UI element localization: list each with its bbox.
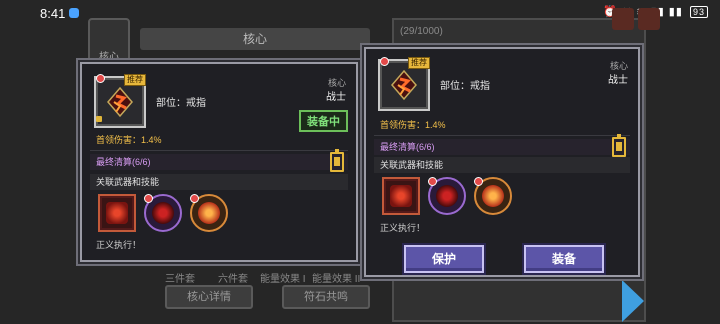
gem-icon (96, 74, 105, 83)
gem-icon (380, 57, 389, 66)
core-detail-button[interactable]: 核心详情 (165, 285, 253, 309)
slot-label: 部位：戒指 (440, 81, 490, 92)
new-item-tooltip: 推荐 部位：戒指 核心 战士 首领伤害：1.4% 最终清算(6/6) 关联武器和… (364, 47, 640, 277)
equipped-badge: 装备中 (299, 110, 348, 132)
skill-name: 正义执行！ (380, 223, 426, 233)
energy-battery-icon (330, 149, 344, 172)
demon-skill-icon[interactable] (428, 177, 466, 215)
demon-head-icon (436, 185, 458, 207)
close-corner-button[interactable] (638, 8, 660, 30)
set-6-label: 六件套 (218, 274, 248, 285)
core-tab-label: 核心 (99, 52, 119, 63)
claw-weapon-icon (106, 202, 128, 224)
energy-battery-icon (612, 134, 626, 157)
divider (374, 135, 630, 136)
divider (90, 150, 348, 151)
protect-button[interactable]: 保护 (404, 245, 484, 273)
claw-weapon-icon (390, 185, 412, 207)
slash-skill-icon[interactable] (190, 194, 228, 232)
energy-effect-2-label: 能量效果 II (312, 274, 361, 285)
status-time: 8:41 (40, 6, 66, 21)
gem-icon (428, 177, 437, 186)
claw-slash-icon (198, 202, 220, 224)
core-tab-button[interactable]: 核心 (88, 18, 130, 68)
demon-skill-icon[interactable] (144, 194, 182, 232)
related-header: 关联武器和技能 (90, 174, 348, 190)
gem-icon (474, 177, 483, 186)
slot-label: 部位：戒指 (156, 98, 206, 109)
next-page-arrow-icon[interactable] (622, 280, 644, 322)
inventory-counter: (29/1000) (400, 26, 443, 37)
rune-resonance-button[interactable]: 符石共鸣 (282, 285, 370, 309)
skill-name: 正义执行！ (96, 240, 142, 250)
class-label: 战士 (608, 75, 628, 86)
gem-icon (190, 194, 199, 203)
lock-icon (96, 116, 102, 122)
stat-boss-damage: 首领伤害：1.4% (96, 135, 162, 145)
related-header: 关联武器和技能 (374, 157, 630, 173)
weapon-skill-icon[interactable] (382, 177, 420, 215)
core-title-bar: 核心 (140, 28, 370, 50)
settings-corner-button[interactable] (612, 8, 634, 30)
set-3-label: 三件套 (165, 274, 195, 285)
equip-button[interactable]: 装备 (524, 245, 604, 273)
recommended-tag: 推荐 (124, 74, 146, 86)
demon-head-icon (152, 202, 174, 224)
set-bonus-row: 最终清算(6/6) (374, 139, 630, 155)
ring-icon (391, 69, 417, 101)
weapon-skill-icon[interactable] (98, 194, 136, 232)
class-label: 战士 (326, 92, 346, 103)
energy-effect-1-label: 能量效果 I (260, 274, 306, 285)
claw-slash-icon (482, 185, 504, 207)
gem-icon (144, 194, 153, 203)
stat-boss-damage: 首领伤害：1.4% (380, 120, 446, 130)
battery-icon: 93 (689, 6, 708, 18)
equipped-item-tooltip: 推荐 部位：戒指 核心 战士 装备中 首领伤害：1.4% 最终清算(6/6) 关… (80, 62, 358, 262)
slash-skill-icon[interactable] (474, 177, 512, 215)
recommended-tag: 推荐 (408, 57, 430, 69)
notification-icon (69, 8, 79, 18)
set-bonus-row: 最终清算(6/6) (90, 154, 348, 170)
ring-icon (107, 86, 133, 118)
